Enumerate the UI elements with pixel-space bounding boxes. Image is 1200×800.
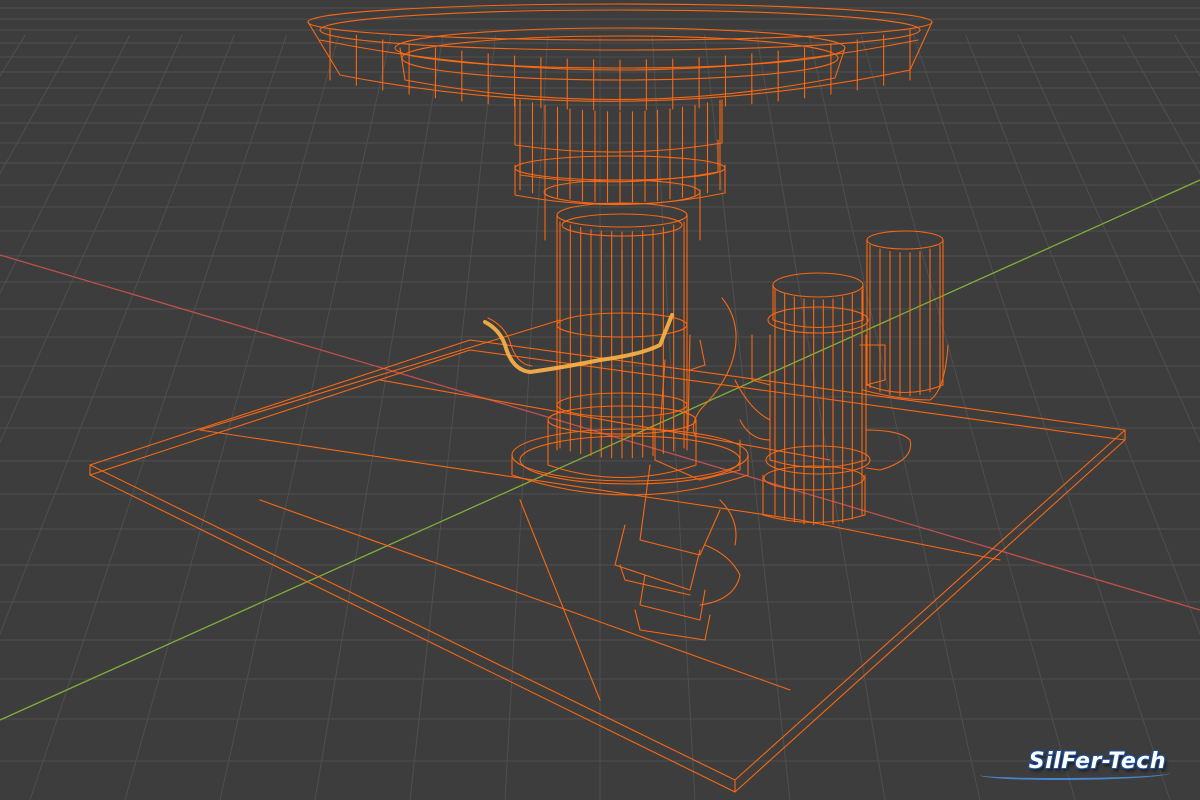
grid-line [0, 34, 78, 175]
grid-line [0, 34, 131, 295]
grid-line [1174, 34, 1200, 78]
grid-line [409, 34, 496, 800]
grid-line [913, 34, 1171, 800]
grid-line [124, 34, 340, 800]
grid-line [219, 34, 392, 800]
grid-line [1122, 34, 1200, 175]
grid-line [1069, 34, 1200, 295]
watermark-logo-text: SilFer-Tech [1028, 749, 1166, 774]
wireframe-scene[interactable] [0, 0, 1200, 800]
3d-viewport[interactable]: SilFer-Tech [0, 0, 1200, 800]
grid-line [0, 34, 183, 444]
floor-grid [0, 7, 1200, 800]
right-medium-cylinder[interactable] [751, 272, 886, 526]
upper-column[interactable] [514, 99, 726, 241]
grid-line [1017, 34, 1200, 444]
grid-line [0, 34, 26, 78]
grid-line [965, 34, 1200, 636]
grid-line [808, 34, 981, 800]
base-plate[interactable] [89, 319, 1126, 793]
grid-line [314, 34, 444, 800]
grid-line [29, 34, 287, 800]
grid-line [0, 34, 235, 636]
grid-line [860, 34, 1076, 800]
